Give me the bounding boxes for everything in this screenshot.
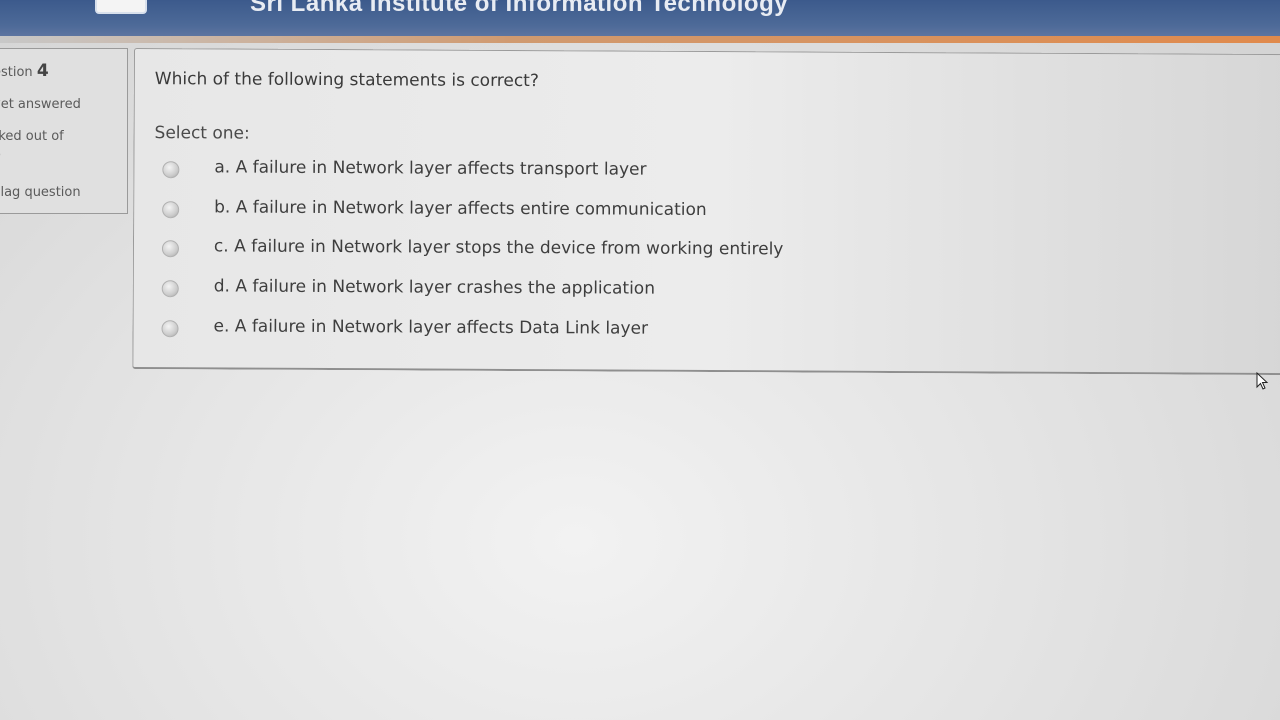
select-one-prompt: Select one:	[154, 123, 250, 144]
answer-label-a: a. A failure in Network layer affects tr…	[214, 157, 647, 180]
marked-out-of-label: rked out of	[0, 129, 64, 144]
site-title: Sri Lanka Institute of Information Techn…	[250, 0, 789, 17]
question-text: Which of the following statements is cor…	[154, 69, 539, 92]
answer-option-e[interactable]: e. A failure in Network layer affects Da…	[161, 316, 961, 348]
answer-label-c: c. A failure in Network layer stops the …	[213, 236, 784, 260]
answer-option-a[interactable]: a. A failure in Network layer affects tr…	[162, 157, 962, 189]
mouse-pointer-icon	[1256, 372, 1269, 390]
flag-question-link[interactable]: Flag question	[0, 185, 81, 200]
radio-button-icon[interactable]	[162, 161, 180, 179]
answer-option-b[interactable]: b. A failure in Network layer affects en…	[162, 197, 962, 229]
answer-label-b: b. A failure in Network layer affects en…	[214, 197, 707, 221]
institute-logo[interactable]	[95, 0, 147, 14]
radio-button-icon[interactable]	[161, 320, 179, 338]
answer-option-c[interactable]: c. A failure in Network layer stops the …	[161, 236, 962, 268]
answer-label-d: d. A failure in Network layer crashes th…	[213, 276, 656, 299]
answer-option-d[interactable]: d. A failure in Network layer crashes th…	[161, 276, 962, 308]
site-header: Sri Lanka Institute of Information Techn…	[0, 0, 1280, 36]
question-number-line: estion 4	[0, 61, 49, 81]
question-info-panel: estion 4 yet answered rked out of 5 Flag…	[0, 48, 128, 214]
radio-button-icon[interactable]	[161, 280, 179, 298]
question-label: estion	[0, 65, 33, 80]
question-panel: Which of the following statements is cor…	[132, 48, 1280, 376]
answer-label-e: e. A failure in Network layer affects Da…	[213, 316, 649, 339]
radio-button-icon[interactable]	[161, 240, 179, 258]
question-number: 4	[36, 61, 49, 81]
marked-out-of-value: 5	[0, 147, 1, 162]
question-status: yet answered	[0, 97, 81, 112]
header-accent-bar	[0, 36, 1280, 43]
radio-button-icon[interactable]	[162, 201, 180, 219]
